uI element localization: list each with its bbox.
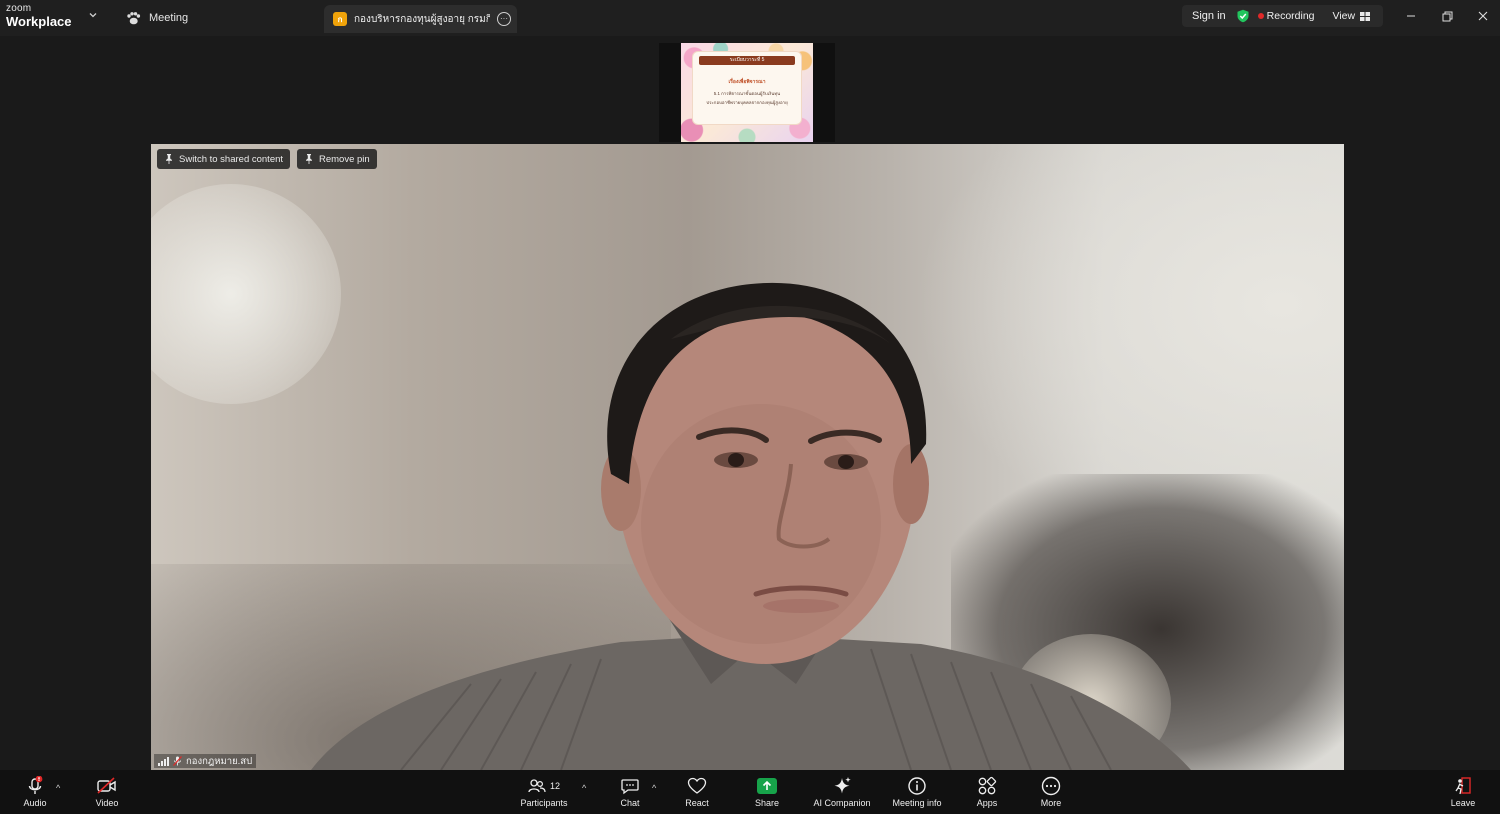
react-label: React	[685, 798, 709, 808]
signal-strength-icon	[158, 756, 169, 766]
shared-slide: ระเบียบวาระที่ 5 เรื่องเพื่อพิจารณา 5.1 …	[681, 43, 813, 142]
video-label: Video	[95, 798, 119, 808]
remove-pin-button[interactable]: Remove pin	[297, 149, 377, 169]
remove-pin-label: Remove pin	[319, 153, 370, 165]
minimize-button[interactable]	[1393, 6, 1429, 26]
title-bar: zoom Workplace Meeting ก กองบริหารกองทุน…	[0, 0, 1500, 36]
meeting-info-label: Meeting info	[892, 798, 942, 808]
chat-label: Chat	[620, 798, 640, 808]
pin-icon	[306, 154, 312, 164]
participants-options-chevron-up-icon[interactable]: ^	[582, 783, 586, 793]
slide-line-2: ประกอบอาชีพรายบุคคลจากกองทุนผู้สูงอายุ	[706, 100, 788, 105]
leave-button[interactable]: Leave	[1428, 776, 1498, 808]
meeting-toolbar: Audio ^ Video 12 Participants ^ Chat ^ R…	[0, 770, 1500, 814]
apps-button[interactable]: Apps	[952, 776, 1022, 808]
mic-muted-icon	[173, 756, 182, 766]
restore-button[interactable]	[1429, 6, 1465, 26]
meeting-info-button[interactable]: Meeting info	[882, 776, 952, 808]
tab-badge: ก	[333, 12, 347, 26]
microphone-icon	[28, 776, 43, 794]
participants-button[interactable]: 12 Participants	[509, 776, 579, 808]
shared-content-thumbnail[interactable]: ระเบียบวาระที่ 5 เรื่องเพื่อพิจารณา 5.1 …	[659, 43, 835, 142]
pin-icon	[166, 154, 172, 164]
participants-label: Participants	[520, 798, 568, 808]
participant-name-tag: กองกฎหมาย.สป	[154, 754, 257, 768]
chat-icon	[621, 779, 639, 795]
status-group: Sign in Recording View	[1182, 5, 1383, 27]
minimize-icon	[1407, 15, 1415, 17]
view-button[interactable]: View	[1333, 10, 1356, 22]
chevron-down-icon[interactable]	[88, 10, 100, 24]
participants-icon	[528, 779, 546, 793]
recording-label[interactable]: Recording	[1267, 10, 1315, 22]
leave-door-icon	[1455, 777, 1471, 795]
close-icon	[1478, 11, 1488, 21]
recording-dot-icon	[1257, 13, 1264, 19]
ai-companion-label: AI Companion	[813, 798, 871, 808]
zoom-window: zoom Workplace Meeting ก กองบริหารกองทุน…	[0, 0, 1500, 814]
paw-icon	[127, 11, 141, 24]
slide-card: ระเบียบวาระที่ 5 เรื่องเพื่อพิจารณา 5.1 …	[693, 52, 801, 124]
video-button[interactable]: Video	[72, 776, 142, 808]
heart-icon	[687, 777, 707, 794]
participant-count: 12	[549, 781, 560, 791]
meeting-stage: ระเบียบวาระที่ 5 เรื่องเพื่อพิจารณา 5.1 …	[0, 36, 1500, 770]
sparkle-icon	[834, 777, 851, 794]
grid-view-icon[interactable]	[1360, 11, 1371, 21]
tab-title: กองบริหารกองทุนผู้สูงอายุ กรมกิจการผู้	[354, 13, 490, 25]
apps-icon	[978, 776, 997, 795]
share-button[interactable]: Share	[732, 776, 802, 808]
info-icon	[908, 777, 926, 795]
brand-line1: zoom	[6, 3, 32, 14]
switch-to-shared-content-label: Switch to shared content	[179, 153, 284, 165]
pinned-video-feed[interactable]: Switch to shared content Remove pin กองก…	[151, 144, 1344, 770]
tab-meeting[interactable]: Meeting	[126, 8, 188, 28]
slide-line-1: 5.1 การพิจารณาขั้นตอนผู้รับเงินทุน	[713, 91, 781, 96]
shield-check-icon[interactable]	[1236, 9, 1250, 23]
audio-label: Audio	[23, 798, 47, 808]
participant-name: กองกฎหมาย.สป	[186, 755, 253, 767]
react-button[interactable]: React	[662, 776, 732, 808]
video-off-icon	[97, 777, 116, 794]
leave-label: Leave	[1450, 798, 1476, 808]
share-label: Share	[754, 798, 780, 808]
more-options-icon[interactable]: ···	[497, 12, 511, 26]
slide-subtitle: เรื่องเพื่อพิจารณา	[728, 79, 766, 85]
participant-figure	[311, 282, 1191, 770]
close-button[interactable]	[1465, 6, 1500, 26]
tab-meeting-label: Meeting	[149, 12, 189, 24]
restore-icon	[1442, 11, 1452, 21]
slide-header: ระเบียบวาระที่ 5	[699, 56, 795, 65]
sign-in-button[interactable]: Sign in	[1182, 10, 1236, 22]
chat-options-chevron-up-icon[interactable]: ^	[652, 783, 656, 793]
apps-label: Apps	[976, 798, 998, 808]
brand-line2: Workplace	[6, 14, 72, 29]
zoom-workplace-logo[interactable]: zoom Workplace	[6, 3, 72, 29]
more-button[interactable]: More	[1016, 776, 1086, 808]
more-label: More	[1040, 798, 1062, 808]
more-icon	[1041, 776, 1061, 796]
audio-options-chevron-up-icon[interactable]: ^	[56, 783, 60, 793]
switch-to-shared-content-button[interactable]: Switch to shared content	[157, 149, 291, 169]
share-screen-icon	[757, 778, 777, 794]
tab-meeting-session[interactable]: ก กองบริหารกองทุนผู้สูงอายุ กรมกิจการผู้…	[324, 5, 517, 33]
ai-companion-button[interactable]: AI Companion	[807, 776, 877, 808]
